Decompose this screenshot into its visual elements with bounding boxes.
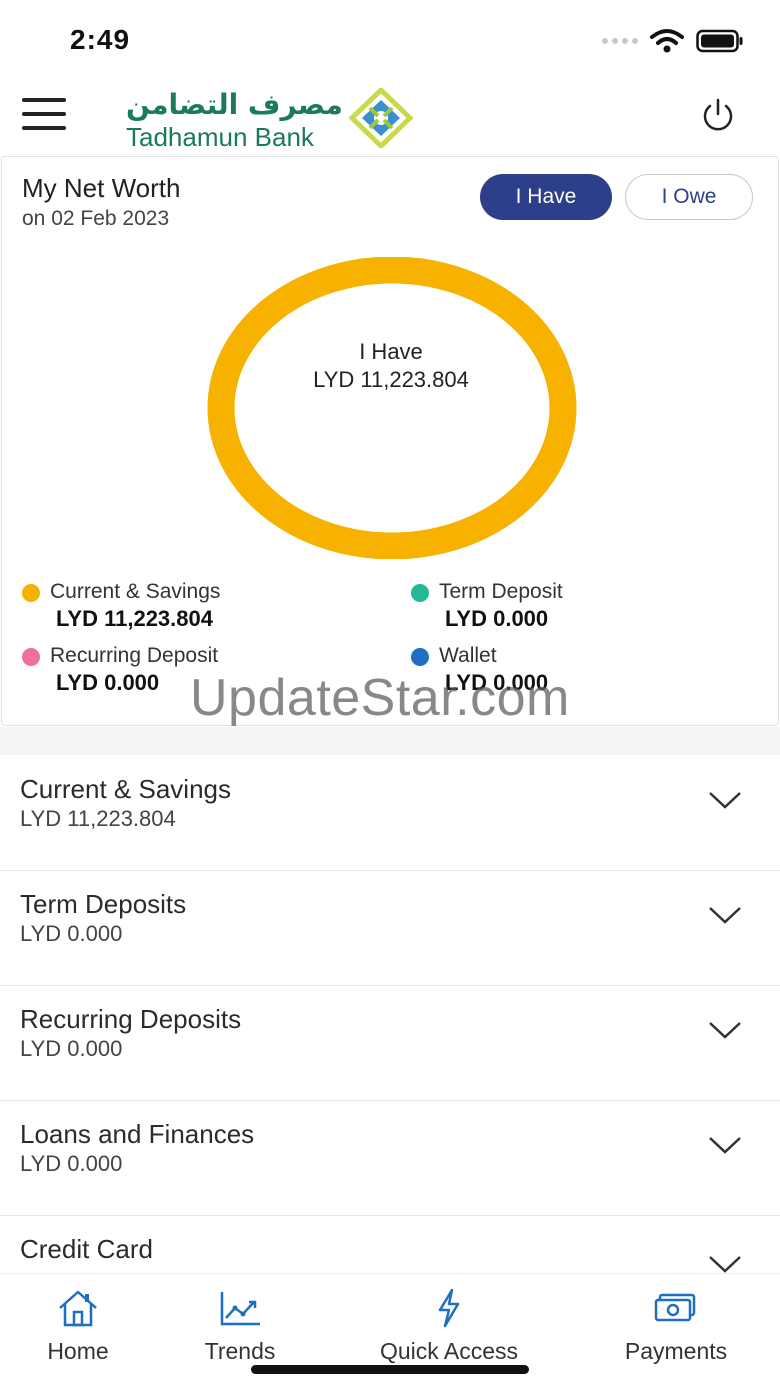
status-icons bbox=[602, 28, 744, 54]
net-worth-donut-chart bbox=[207, 257, 577, 559]
account-name: Recurring Deposits bbox=[20, 1004, 242, 1034]
chevron-down-icon[interactable] bbox=[708, 1020, 742, 1040]
donut-slice-current-savings bbox=[207, 257, 577, 559]
watermark: UpdateStar.com bbox=[190, 669, 570, 727]
account-amount: LYD 0.000 bbox=[20, 921, 123, 946]
legend-label: Recurring Deposit bbox=[50, 644, 219, 667]
donut-center-label: I Have bbox=[359, 339, 423, 364]
home-icon bbox=[59, 1290, 97, 1327]
wifi-icon bbox=[650, 29, 684, 53]
i-have-toggle[interactable]: I Have bbox=[480, 174, 612, 220]
chevron-down-icon[interactable] bbox=[708, 790, 742, 810]
bank-logo-mark bbox=[348, 88, 414, 148]
logo-arabic-text: مصرف التضامن bbox=[126, 88, 343, 121]
legend-label: Current & Savings bbox=[50, 580, 221, 603]
donut-center-value: LYD 11,223.804 bbox=[313, 367, 469, 392]
nav-label: Quick Access bbox=[379, 1338, 519, 1364]
nav-home[interactable]: Home bbox=[28, 1288, 128, 1365]
account-row-current-savings[interactable]: Current & Savings LYD 11,223.804 bbox=[0, 756, 780, 871]
legend-dot-wallet bbox=[411, 648, 429, 666]
nav-payments[interactable]: Payments bbox=[606, 1288, 746, 1365]
signal-icon bbox=[602, 38, 638, 44]
status-bar: 2:49 bbox=[0, 0, 780, 80]
net-worth-title: My Net Worth bbox=[22, 173, 181, 203]
nav-label: Home bbox=[47, 1338, 109, 1364]
nav-quick-access[interactable]: Quick Access bbox=[354, 1288, 544, 1365]
account-name: Credit Card bbox=[20, 1234, 153, 1264]
home-indicator bbox=[251, 1365, 529, 1374]
net-worth-date: on 02 Feb 2023 bbox=[22, 207, 170, 230]
nav-trends[interactable]: Trends bbox=[190, 1288, 290, 1365]
legend-label: Term Deposit bbox=[439, 580, 563, 603]
account-amount: LYD 11,223.804 bbox=[20, 806, 176, 831]
legend-label: Wallet bbox=[439, 644, 497, 667]
legend-dot-current-savings bbox=[22, 584, 40, 602]
app-header: مصرف التضامن Tadhamun Bank bbox=[0, 80, 780, 154]
account-name: Loans and Finances bbox=[20, 1119, 255, 1149]
i-owe-toggle[interactable]: I Owe bbox=[625, 174, 753, 220]
battery-icon bbox=[696, 29, 743, 53]
power-icon[interactable] bbox=[698, 96, 738, 136]
legend-amount: LYD 0.000 bbox=[445, 606, 549, 631]
legend-dot-term-deposit bbox=[411, 584, 429, 602]
account-amount: LYD 0.000 bbox=[20, 1151, 123, 1176]
lightning-icon bbox=[438, 1288, 460, 1328]
section-divider bbox=[0, 727, 780, 755]
account-name: Term Deposits bbox=[20, 889, 187, 919]
payments-icon bbox=[654, 1293, 696, 1322]
legend-dot-recurring-deposit bbox=[22, 648, 40, 666]
account-amount: LYD 0.000 bbox=[20, 1036, 123, 1061]
net-worth-card: My Net Worth on 02 Feb 2023 I Have I Owe… bbox=[1, 156, 779, 726]
chevron-down-icon[interactable] bbox=[708, 1254, 742, 1274]
account-name: Current & Savings bbox=[20, 774, 231, 804]
trends-icon bbox=[220, 1292, 260, 1326]
account-row-recurring-deposits[interactable]: Recurring Deposits LYD 0.000 bbox=[0, 986, 780, 1101]
legend-amount: LYD 11,223.804 bbox=[56, 606, 213, 631]
nav-label: Trends bbox=[204, 1338, 276, 1364]
account-row-term-deposits[interactable]: Term Deposits LYD 0.000 bbox=[0, 871, 780, 986]
logo-english-text: Tadhamun Bank bbox=[126, 122, 314, 152]
chevron-down-icon[interactable] bbox=[708, 905, 742, 925]
legend-amount: LYD 0.000 bbox=[56, 670, 160, 695]
status-time: 2:49 bbox=[70, 24, 131, 55]
nav-label: Payments bbox=[624, 1338, 728, 1364]
chevron-down-icon[interactable] bbox=[708, 1135, 742, 1155]
menu-icon[interactable] bbox=[22, 98, 66, 134]
account-row-loans-finances[interactable]: Loans and Finances LYD 0.000 bbox=[0, 1101, 780, 1216]
